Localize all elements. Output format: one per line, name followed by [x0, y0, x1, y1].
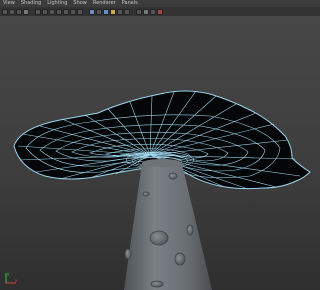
gate-mask-icon[interactable] — [56, 8, 62, 15]
axis-gizmo-icon: y x — [5, 271, 18, 284]
motion-blur-icon[interactable] — [157, 8, 163, 15]
field-chart-icon[interactable] — [63, 8, 69, 15]
camera-attributes-icon[interactable] — [9, 8, 15, 15]
isolate-select-icon[interactable] — [150, 8, 156, 15]
menu-panels[interactable]: Panels — [122, 0, 138, 7]
bookmark-icon[interactable] — [16, 8, 22, 15]
image-plane-icon[interactable] — [23, 8, 29, 15]
menu-view[interactable]: View — [3, 0, 15, 7]
safe-action-icon[interactable] — [70, 8, 76, 15]
mushroom-model[interactable] — [0, 16, 320, 290]
shadows-icon[interactable] — [117, 8, 123, 15]
grid-icon[interactable] — [35, 8, 41, 15]
film-gate-icon[interactable] — [42, 8, 48, 15]
textured-icon[interactable] — [143, 8, 149, 15]
menu-lighting[interactable]: Lighting — [47, 0, 67, 7]
resolution-gate-icon[interactable] — [49, 8, 55, 15]
menu-shading[interactable]: Shading — [21, 0, 41, 7]
viewport-menu-bar: View Shading Lighting Show Renderer Pane… — [0, 0, 320, 7]
smooth-shade-icon[interactable] — [96, 8, 102, 15]
axis-y-label: y — [7, 271, 10, 276]
wireframe-icon[interactable] — [89, 8, 95, 15]
menu-renderer[interactable]: Renderer — [93, 0, 116, 7]
ambient-occlusion-icon[interactable] — [124, 8, 130, 15]
safe-title-icon[interactable] — [77, 8, 83, 15]
axis-x-label: x — [15, 278, 18, 283]
menu-show[interactable]: Show — [73, 0, 87, 7]
default-light-icon[interactable] — [110, 8, 116, 15]
viewport-toolbar — [0, 7, 320, 16]
xray-icon[interactable] — [136, 8, 142, 15]
3d-viewport[interactable]: y x — [0, 16, 320, 290]
camera-select-icon[interactable] — [2, 8, 8, 15]
wireframe-on-shaded-icon[interactable] — [103, 8, 109, 15]
